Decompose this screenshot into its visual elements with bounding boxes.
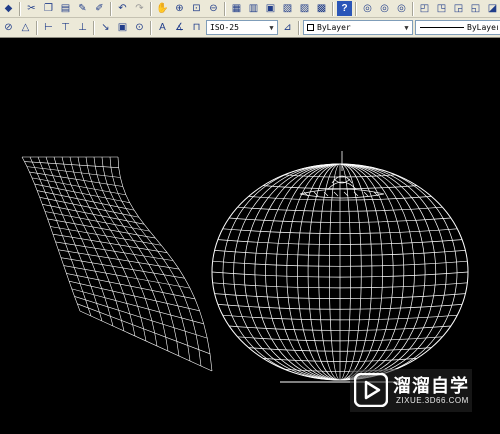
layer-next-icon[interactable]: ◎ — [394, 1, 409, 16]
linetype-sample — [420, 27, 464, 28]
quickcalc-icon[interactable]: ▩ — [314, 1, 329, 16]
no-entry-icon[interactable]: ⊘ — [1, 20, 16, 35]
dimension-text-edit-icon[interactable]: ∡ — [172, 20, 187, 35]
render-icon[interactable]: ◲ — [451, 1, 466, 16]
undo-icon[interactable]: ↶ — [115, 1, 130, 16]
toolbar-separator — [150, 20, 152, 35]
toolbar-separator — [150, 1, 152, 16]
view-icon[interactable]: ◳ — [434, 1, 449, 16]
dimension-style-select[interactable]: ISO-25 ▼ — [206, 20, 278, 35]
toolbar-separator — [110, 1, 112, 16]
toolbar-separator — [36, 20, 38, 35]
linetype-select[interactable]: ByLayer ▼ — [415, 20, 500, 35]
pan-icon[interactable]: ✋ — [155, 1, 170, 16]
copy-icon[interactable]: ❐ — [41, 1, 56, 16]
center-mark-icon[interactable]: ⊙ — [132, 20, 147, 35]
toolbar-separator — [355, 1, 357, 16]
spout-column-line — [21, 156, 81, 312]
layer-prev-icon[interactable]: ◎ — [377, 1, 392, 16]
lid-rib — [353, 191, 359, 197]
color-select[interactable]: ByLayer ▼ — [303, 20, 413, 35]
triangle-icon[interactable]: △ — [18, 20, 33, 35]
camera-icon[interactable]: ◪ — [485, 1, 500, 16]
body-longitude-line — [339, 163, 458, 381]
chevron-down-icon[interactable]: ▼ — [266, 21, 277, 34]
toolbar-separator — [298, 20, 300, 35]
toolbar-separator — [19, 1, 21, 16]
properties-palette-icon[interactable]: ▦ — [229, 1, 244, 16]
dimension-update-icon[interactable]: ⊓ — [189, 20, 204, 35]
match-properties-icon[interactable]: ✎ — [75, 1, 90, 16]
paste-icon[interactable]: ▤ — [58, 1, 73, 16]
aligned-dimension-icon[interactable]: ⊤ — [58, 20, 73, 35]
body-longitude-line — [339, 163, 437, 381]
dimension-style-manager-icon[interactable]: ⊿ — [280, 20, 295, 35]
design-center-icon[interactable]: ▥ — [246, 1, 261, 16]
body-longitude-line — [243, 163, 341, 381]
redo-icon[interactable]: ↷ — [132, 1, 147, 16]
standard-toolbar: ◆ ✂ ❐ ▤ ✎ ✐ ↶ ↷ ✋ ⊕ ⊡ ⊖ ▦ ▥ ▣ ▧ ▨ ▩ ? ◎ … — [0, 0, 500, 18]
linear-dimension-icon[interactable]: ⊢ — [41, 20, 56, 35]
chevron-down-icon[interactable]: ▼ — [401, 21, 412, 34]
tolerance-icon[interactable]: ▣ — [115, 20, 130, 35]
ordinate-dimension-icon[interactable]: ⊥ — [75, 20, 90, 35]
play-logo-icon — [354, 373, 388, 407]
sheet-set-icon[interactable]: ▧ — [280, 1, 295, 16]
watermark-title: 溜溜自学 — [393, 376, 469, 397]
toolbar-separator — [224, 1, 226, 16]
toolbar-separator — [412, 1, 414, 16]
color-swatch — [307, 24, 314, 31]
body-longitude-line — [329, 163, 341, 381]
shade-icon[interactable]: ◱ — [468, 1, 483, 16]
watermark: 溜溜自学 ZIXUE.3D66.COM — [350, 369, 472, 412]
spout-column-line — [117, 156, 213, 372]
leader-icon[interactable]: ↘ — [98, 20, 113, 35]
brush-icon[interactable]: ✐ — [92, 1, 107, 16]
dimension-edit-icon[interactable]: A — [155, 20, 170, 35]
spout-column-line — [29, 156, 92, 317]
toolbar-separator — [93, 20, 95, 35]
body-longitude-line — [339, 163, 351, 381]
lid-rib — [363, 191, 369, 197]
spout-column-line — [69, 156, 147, 342]
layer-state-icon[interactable]: ◎ — [360, 1, 375, 16]
color-value: ByLayer — [317, 23, 351, 32]
toolbar-separator — [332, 1, 334, 16]
lid-knob-ring — [333, 178, 351, 184]
help-icon[interactable]: ? — [337, 1, 352, 16]
body-longitude-line — [222, 163, 341, 381]
cut-icon[interactable]: ✂ — [24, 1, 39, 16]
watermark-url: ZIXUE.3D66.COM — [396, 396, 469, 405]
3d-orbit-icon[interactable]: ◰ — [417, 1, 432, 16]
tool-palettes-icon[interactable]: ▣ — [263, 1, 278, 16]
lid-rib — [333, 191, 339, 197]
zoom-previous-icon[interactable]: ⊖ — [206, 1, 221, 16]
dimension-toolbar: ⊘ △ ⊢ ⊤ ⊥ ↘ ▣ ⊙ A ∡ ⊓ ISO-25 ▼ ⊿ ByLayer… — [0, 18, 500, 38]
markup-icon[interactable]: ▨ — [297, 1, 312, 16]
dimension-style-value: ISO-25 — [210, 23, 239, 32]
zoom-realtime-icon[interactable]: ⊕ — [172, 1, 187, 16]
linetype-value: ByLayer — [467, 23, 498, 32]
properties-icon[interactable]: ◆ — [1, 1, 16, 16]
zoom-window-icon[interactable]: ⊡ — [189, 1, 204, 16]
